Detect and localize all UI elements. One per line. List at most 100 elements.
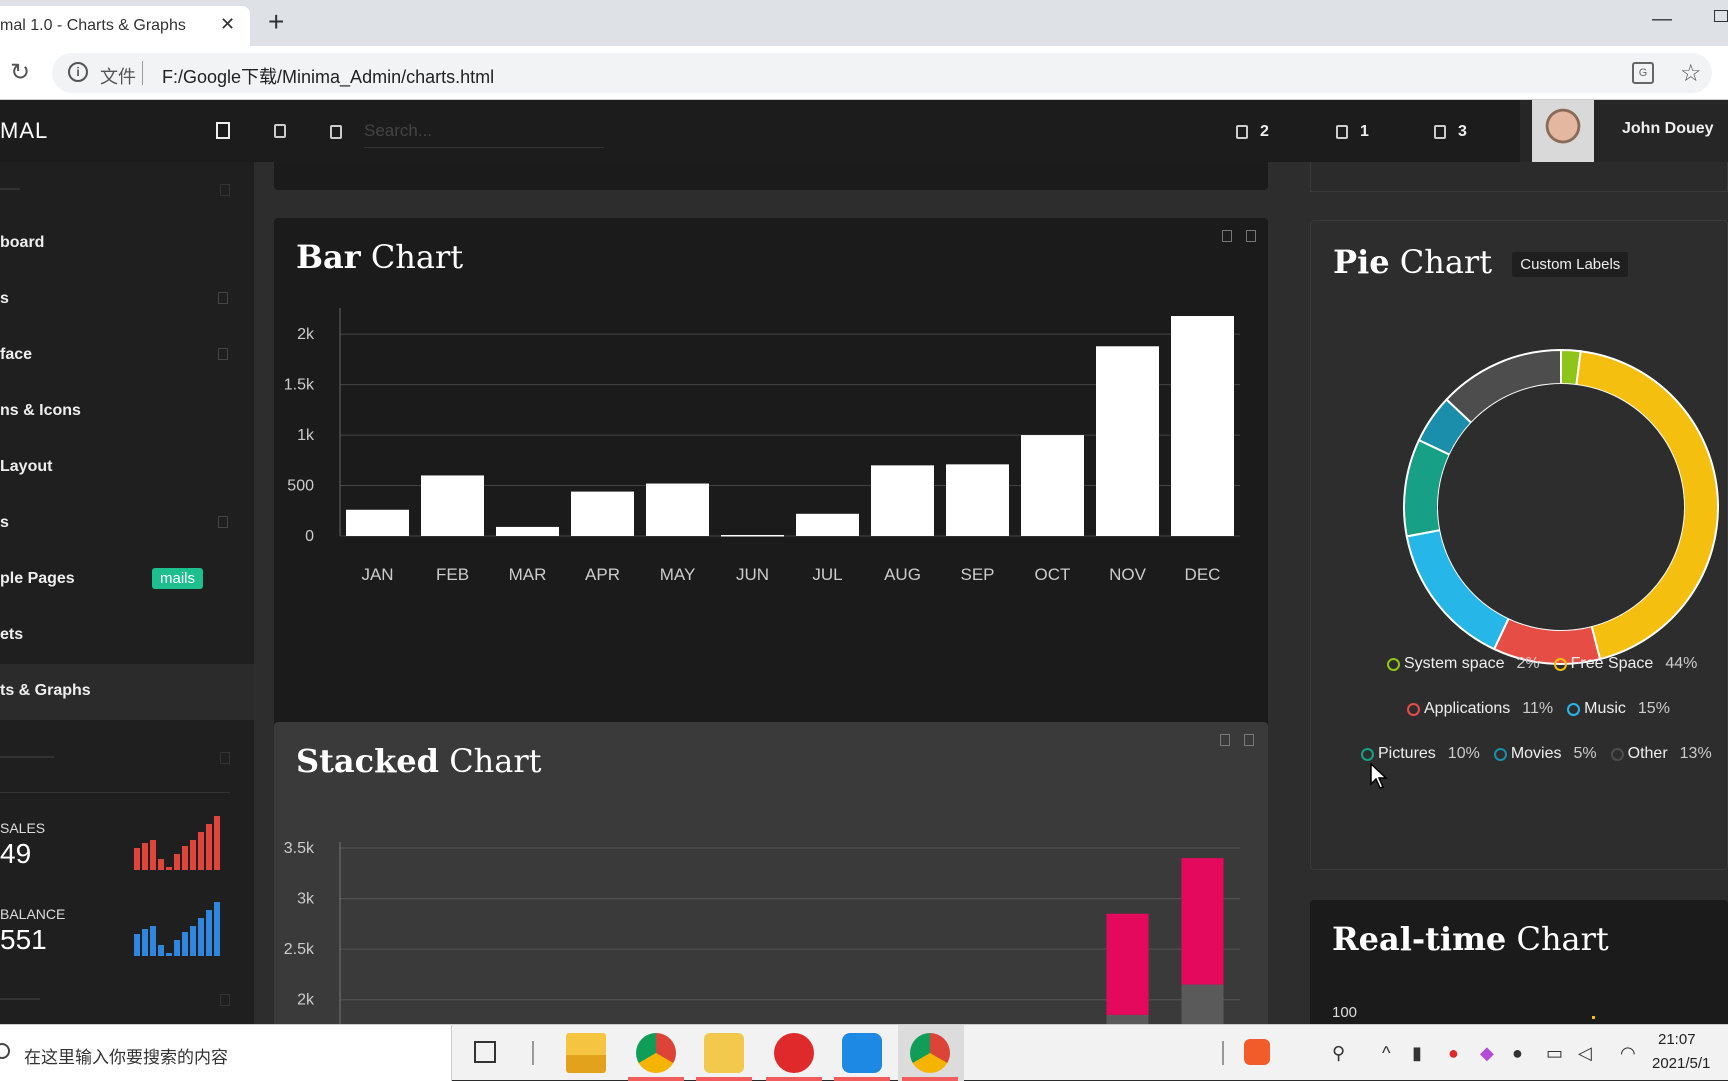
spark-bar — [206, 824, 212, 870]
sogou-icon[interactable] — [1244, 1039, 1270, 1065]
spark-bar — [214, 902, 220, 956]
volume-icon[interactable]: ◁ — [1578, 1043, 1592, 1064]
reload-icon[interactable]: ↻ — [10, 58, 30, 87]
minimize-icon[interactable]: — — [1652, 8, 1672, 31]
x-tick-label: SEP — [960, 565, 994, 584]
sidebar-section-settings — [0, 998, 40, 1000]
legend-name: System space — [1404, 655, 1505, 672]
brand-logo[interactable]: MAL — [0, 118, 48, 144]
people-icon[interactable]: ⚲ — [1332, 1043, 1345, 1064]
notifications-badge[interactable]: 2 — [1236, 120, 1269, 144]
file-label: 文件 — [100, 67, 136, 87]
clock-time[interactable]: 21:07 — [1658, 1031, 1696, 1048]
spark-bar — [182, 931, 188, 956]
sidebar-head-icon — [220, 752, 230, 764]
legend-item: Other 13% — [1610, 745, 1712, 763]
legend-item: Movies 5% — [1493, 745, 1597, 763]
search-input[interactable] — [364, 114, 604, 148]
new-tab-button[interactable]: + — [268, 6, 284, 38]
tab-close-icon[interactable]: ✕ — [220, 14, 235, 35]
taskbar-divider — [532, 1041, 534, 1065]
wifi-icon[interactable]: ◠ — [1620, 1043, 1636, 1064]
user-name[interactable]: John Douey — [1622, 120, 1714, 138]
spark-bar — [150, 840, 156, 870]
messages-badge[interactable]: 1 — [1336, 120, 1369, 144]
y-tick-label: 3k — [297, 891, 315, 908]
chrome-dev-icon[interactable] — [636, 1033, 676, 1073]
sidebar-item-widgets[interactable]: s — [0, 272, 254, 328]
legend-pct: 2% — [1516, 655, 1540, 672]
sidebar-item-dashboard[interactable]: board — [0, 216, 254, 272]
pie-title-bold: Pie — [1333, 243, 1390, 281]
chevron-up-icon[interactable]: ^ — [1382, 1043, 1390, 1064]
sidebar-item-interface[interactable]: face — [0, 328, 254, 384]
sidebar-item-widgets-2[interactable]: ets — [0, 608, 254, 664]
netease-music-icon[interactable] — [774, 1033, 814, 1073]
sales-label: SALES — [0, 820, 46, 836]
spark-bar — [150, 926, 156, 956]
browser-tab[interactable]: mal 1.0 - Charts & Graphs ✕ — [0, 6, 250, 46]
sidebar-item-layout[interactable]: Layout — [0, 440, 254, 496]
tasks-badge[interactable]: 3 — [1434, 120, 1467, 144]
active-indicator — [628, 1077, 684, 1081]
legend-dot — [1407, 702, 1420, 716]
x-tick-label: FEB — [436, 565, 469, 584]
microphone-icon[interactable]: ▮ — [1412, 1043, 1422, 1064]
y-tick-label: 1k — [297, 427, 315, 444]
legend-pct: 13% — [1679, 745, 1712, 762]
app-yellow-icon[interactable] — [704, 1033, 744, 1073]
envelope-icon — [1336, 125, 1348, 139]
sidebar-item-charts-graphs[interactable]: ts & Graphs — [0, 664, 254, 720]
sidebar-item-sample-pages[interactable]: ple Pages mails — [0, 552, 254, 608]
tab-title: mal 1.0 - Charts & Graphs — [0, 17, 186, 34]
sidebar-item-forms[interactable]: s — [0, 496, 254, 552]
bar — [646, 483, 709, 536]
fullscreen-icon[interactable] — [274, 124, 286, 138]
qq-icon[interactable]: ● — [1512, 1043, 1523, 1064]
bar — [571, 491, 634, 536]
spark-bar — [198, 832, 204, 870]
spark-bar — [174, 939, 180, 956]
chrome-icon[interactable] — [910, 1033, 950, 1073]
pie-hole — [1438, 384, 1684, 630]
sidebar-item-label: ets — [0, 626, 24, 643]
maximize-icon[interactable] — [1714, 10, 1728, 22]
realtime-chart-title: Real-time Chart — [1332, 920, 1609, 958]
netease-tray-icon[interactable]: ● — [1448, 1043, 1459, 1064]
badge-count: 3 — [1458, 123, 1467, 140]
bookmark-star-icon[interactable]: ☆ — [1680, 59, 1702, 88]
spark-bar — [198, 918, 204, 956]
translate-icon[interactable]: G — [1632, 62, 1654, 84]
spark-bar — [158, 859, 164, 870]
vscode-icon[interactable] — [842, 1033, 882, 1073]
legend-name: Pictures — [1378, 745, 1436, 762]
realtime-title-light: Chart — [1516, 920, 1609, 958]
game-tray-icon[interactable]: ◆ — [1480, 1043, 1494, 1064]
taskbar-search[interactable]: 在这里输入你要搜索的内容 — [0, 1025, 452, 1081]
sidebar-item-buttons-icons[interactable]: ns & Icons — [0, 384, 254, 440]
task-view-icon[interactable] — [474, 1041, 496, 1063]
bell-icon — [1236, 125, 1248, 139]
info-icon[interactable]: i — [68, 62, 88, 82]
spark-bar — [142, 843, 148, 870]
menu-toggle-icon[interactable] — [216, 122, 230, 139]
balance-label: BALANCE — [0, 906, 66, 922]
search-icon[interactable] — [330, 125, 342, 139]
avatar[interactable] — [1532, 100, 1594, 162]
spark-bar — [134, 934, 140, 956]
clock-date[interactable]: 2021/5/1 — [1652, 1055, 1710, 1072]
y-tick-label: 0 — [305, 528, 314, 545]
file-explorer-icon[interactable] — [566, 1033, 606, 1073]
url-text[interactable]: F:/Google下载/Minima_Admin/charts.html — [162, 63, 494, 89]
y-tick-label: 3.5k — [284, 840, 315, 857]
stack-bar-bottom — [1106, 1014, 1149, 1024]
y-tick-label: 2k — [297, 326, 315, 343]
sales-value: 49 — [0, 838, 32, 869]
battery-icon[interactable]: ▭ — [1546, 1043, 1563, 1064]
app-viewport: Bar Chart 0 500 1k 1.5k 2k JAN FEB MAR APR MAY JUN… — [0, 100, 1728, 1024]
spark-bar — [190, 926, 196, 956]
spark-bar — [158, 945, 164, 956]
chevron-icon — [218, 348, 228, 360]
badge-count: 1 — [1360, 123, 1369, 140]
omnibox[interactable]: i 文件 F:/Google下载/Minima_Admin/charts.htm… — [52, 53, 1712, 93]
